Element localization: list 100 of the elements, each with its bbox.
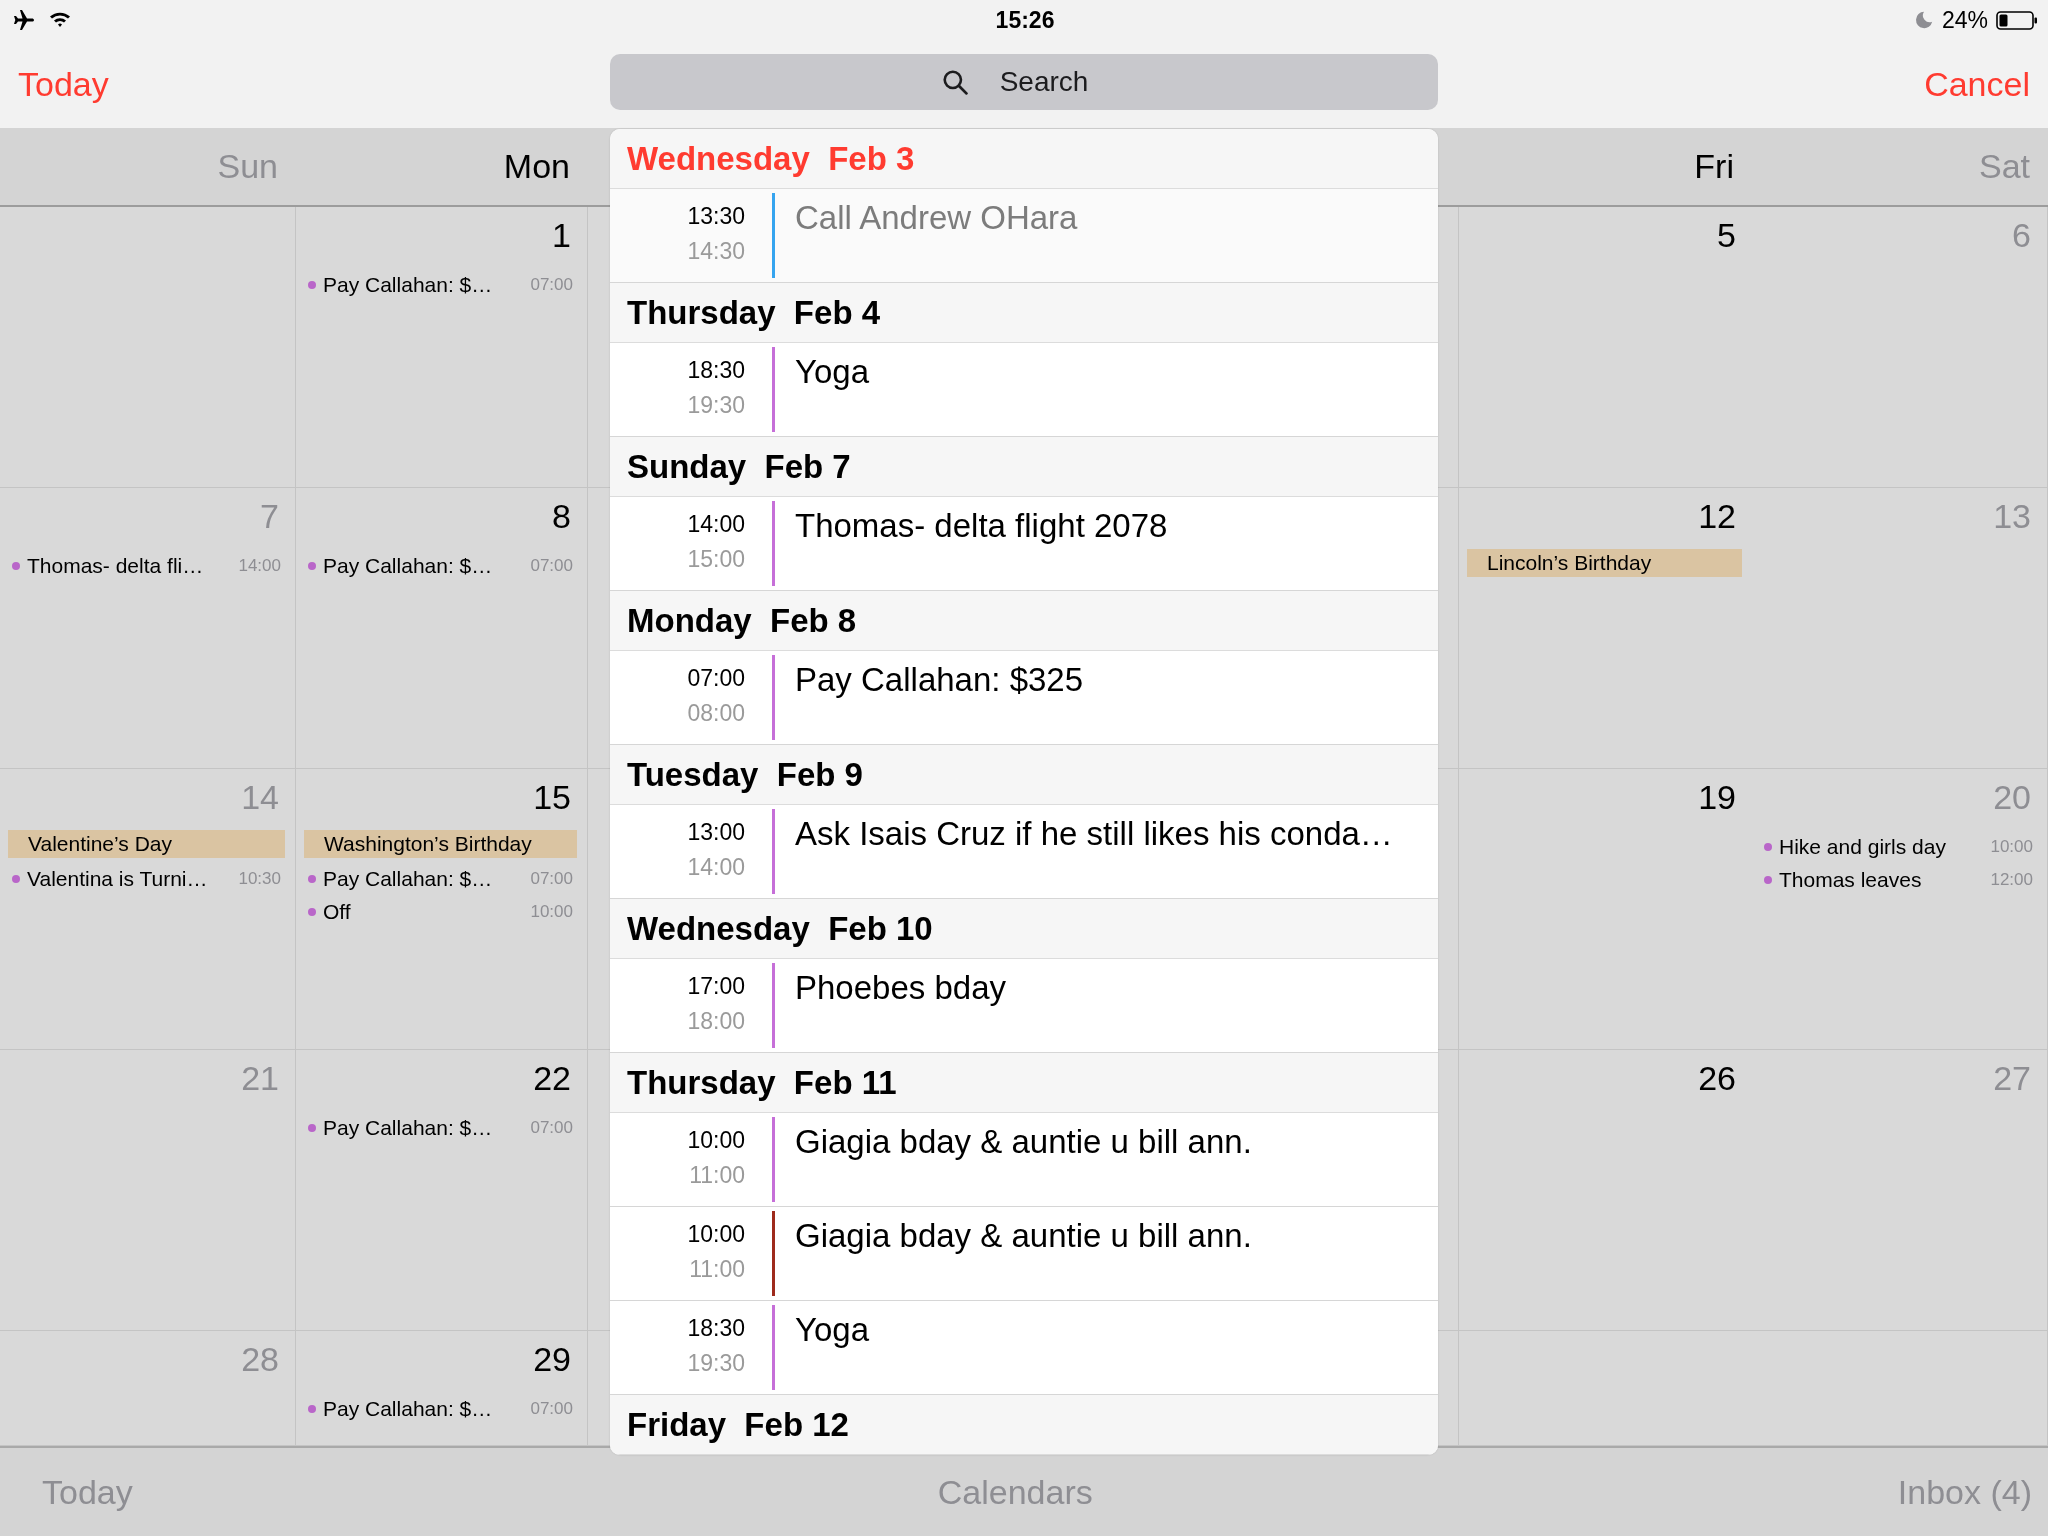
start-time: 17:00	[687, 973, 745, 1000]
event-title[interactable]: Thomas- delta fli…	[27, 553, 232, 578]
event-title: Ask Isais Cruz if he still likes his conda…	[795, 814, 1393, 854]
day-number: 22	[533, 1060, 571, 1098]
search-icon	[942, 69, 968, 95]
event-title[interactable]: Pay Callahan: $…	[323, 1396, 524, 1421]
end-time: 08:00	[687, 700, 745, 727]
end-time: 11:00	[689, 1256, 745, 1283]
holiday-bar[interactable]: Lincoln’s Birthday	[1467, 549, 1742, 578]
event-dot	[12, 874, 20, 883]
date-heading: Tuesday Feb 9	[610, 745, 1438, 805]
day-cell[interactable]: 19	[1459, 769, 1752, 1050]
day-cell[interactable]: 7 Thomas- delta fli… 14:00	[0, 488, 296, 769]
result-row[interactable]: 13:00 14:00 Ask Isais Cruz if he still likes his conda…	[610, 805, 1438, 899]
event-title: Giagia bday & auntie u bill ann.	[795, 1122, 1252, 1162]
event-dot	[1764, 842, 1772, 851]
start-time: 10:00	[687, 1221, 745, 1248]
holiday-bar[interactable]: Valentine’s Day	[8, 830, 285, 859]
event-title: Giagia bday & auntie u bill ann.	[795, 1216, 1252, 1256]
day-cell[interactable]: 15 Washington’s Birthday Pay Callahan: $… 07:00 Off 10:00	[296, 769, 588, 1050]
day-number: 19	[1698, 779, 1736, 817]
battery-percent: 24%	[1941, 6, 1988, 34]
event-time: 10:00	[1990, 836, 2034, 857]
event-time: 10:00	[530, 901, 574, 922]
event-dot	[308, 561, 316, 570]
end-time: 18:00	[687, 1008, 745, 1035]
end-time: 19:30	[687, 1350, 745, 1377]
moon-icon	[1913, 10, 1934, 30]
result-row[interactable]: 13:30 14:30 Call Andrew OHara	[610, 189, 1438, 283]
day-cell[interactable]: 14 Valentine’s Day Valentina is Turni… 10:30	[0, 769, 296, 1050]
event-title[interactable]: Pay Callahan: $…	[323, 866, 524, 891]
end-time: 14:30	[687, 238, 745, 265]
day-number: 28	[241, 1341, 279, 1379]
event-title[interactable]: Thomas leaves	[1779, 867, 1984, 892]
result-row[interactable]: 18:30 19:30 Yoga	[610, 1301, 1438, 1395]
weekday-label: Fri	[1694, 147, 1734, 186]
event-time: 07:00	[530, 274, 574, 295]
airplane-icon	[12, 8, 36, 32]
event-time: 07:00	[530, 1117, 574, 1138]
day-number: 20	[1993, 779, 2031, 817]
day-number: 7	[260, 498, 279, 536]
date-heading: Thursday Feb 11	[610, 1053, 1438, 1113]
event-title[interactable]: Off	[323, 899, 524, 924]
day-number: 26	[1698, 1060, 1736, 1098]
start-time: 13:00	[687, 819, 745, 846]
event-dot	[308, 1404, 316, 1413]
start-time: 10:00	[687, 1127, 745, 1154]
day-cell[interactable]: 22 Pay Callahan: $… 07:00	[296, 1050, 588, 1331]
day-cell[interactable]: 20 Hike and girls day 10:00 Thomas leaves 12:00	[1752, 769, 2048, 1050]
result-row[interactable]: 10:00 11:00 Giagia bday & auntie u bill ann.	[610, 1207, 1438, 1301]
result-row[interactable]: 10:00 11:00 Giagia bday & auntie u bill ann.	[610, 1113, 1438, 1207]
status-time: 15:26	[995, 6, 1055, 34]
event-dot	[308, 907, 316, 916]
event-time: 12:00	[1990, 869, 2034, 890]
event-time: 07:00	[530, 555, 574, 576]
day-number: 29	[533, 1341, 571, 1379]
day-cell[interactable]: 5	[1459, 207, 1752, 488]
day-cell[interactable]: 12 Lincoln’s Birthday	[1459, 488, 1752, 769]
day-cell[interactable]: 1 Pay Callahan: $… 07:00	[296, 207, 588, 488]
search-field[interactable]: Search	[610, 54, 1438, 110]
battery-icon	[1996, 10, 2038, 30]
start-time: 14:00	[687, 511, 745, 538]
day-number: 14	[241, 779, 279, 817]
event-dot	[1764, 875, 1772, 884]
day-number: 27	[1993, 1060, 2031, 1098]
event-title[interactable]: Hike and girls day	[1779, 834, 1984, 859]
result-row[interactable]: 17:00 18:00 Phoebes bday	[610, 959, 1438, 1053]
holiday-bar[interactable]: Washington’s Birthday	[304, 830, 577, 859]
event-title: Pay Callahan: $325	[795, 660, 1084, 700]
event-title: Yoga	[795, 352, 870, 392]
event-dot	[308, 874, 316, 883]
weekday-label: Sun	[217, 147, 278, 186]
day-cell[interactable]	[0, 207, 296, 488]
start-time: 18:30	[687, 357, 745, 384]
date-heading: Wednesday Feb 3	[610, 129, 1438, 189]
end-time: 19:30	[687, 392, 745, 419]
event-title[interactable]: Pay Callahan: $…	[323, 1115, 524, 1140]
result-row[interactable]: 07:00 08:00 Pay Callahan: $325	[610, 651, 1438, 745]
event-title: Thomas- delta flight 2078	[795, 506, 1168, 546]
day-cell[interactable]: 8 Pay Callahan: $… 07:00	[296, 488, 588, 769]
start-time: 18:30	[687, 1315, 745, 1342]
event-dot	[308, 1123, 316, 1132]
day-number: 8	[552, 498, 571, 536]
weekday-label: Mon	[503, 147, 570, 186]
event-title[interactable]: Pay Callahan: $…	[323, 272, 524, 297]
start-time: 13:30	[687, 203, 745, 230]
result-row[interactable]: 14:00 15:00 Thomas- delta flight 2078	[610, 497, 1438, 591]
event-title: Call Andrew OHara	[795, 198, 1078, 238]
event-time: 14:00	[238, 555, 282, 576]
event-title[interactable]: Valentina is Turni…	[27, 866, 232, 891]
event-title[interactable]: Pay Callahan: $…	[323, 553, 524, 578]
day-number: 21	[241, 1060, 279, 1098]
day-cell[interactable]: 26	[1459, 1050, 1752, 1331]
day-number: 13	[1993, 498, 2031, 536]
end-time: 14:00	[687, 854, 745, 881]
date-heading: Wednesday Feb 10	[610, 899, 1438, 959]
date-heading: Thursday Feb 4	[610, 283, 1438, 343]
result-row[interactable]: 18:30 19:30 Yoga	[610, 343, 1438, 437]
event-time: 10:30	[238, 868, 282, 889]
day-number: 15	[533, 779, 571, 817]
